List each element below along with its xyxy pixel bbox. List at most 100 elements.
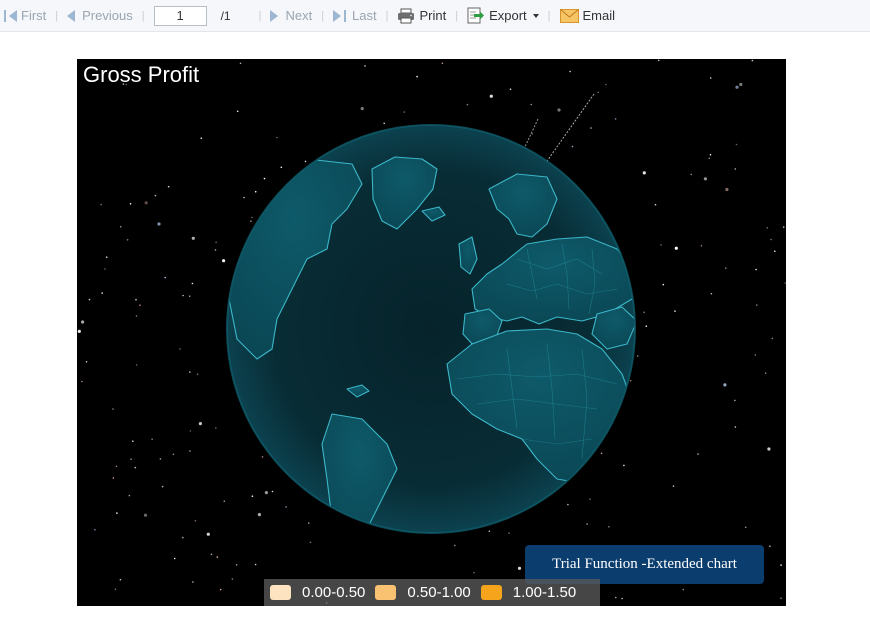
star	[672, 485, 675, 487]
previous-page-button[interactable]: Previous	[67, 8, 133, 23]
print-button[interactable]: Print	[397, 8, 446, 24]
star	[191, 236, 195, 240]
next-arrow-icon	[270, 9, 279, 22]
star	[769, 545, 771, 547]
printer-icon	[398, 8, 415, 23]
star	[100, 203, 102, 206]
star	[154, 194, 157, 197]
star	[216, 556, 219, 558]
star	[734, 426, 737, 428]
star	[215, 427, 217, 429]
star	[164, 276, 166, 279]
star	[309, 541, 312, 544]
next-page-button[interactable]: Next	[270, 8, 312, 23]
star	[682, 588, 684, 591]
star	[751, 59, 754, 62]
star	[81, 320, 85, 324]
first-label: First	[21, 8, 47, 23]
star	[454, 544, 456, 547]
star	[782, 226, 785, 228]
star	[119, 578, 122, 581]
star	[629, 379, 632, 382]
chart-legend: 0.00-0.50 0.50-1.00 1.00-1.50	[264, 579, 600, 606]
star	[709, 154, 712, 156]
star	[144, 201, 148, 205]
star	[194, 519, 197, 522]
star	[206, 532, 210, 536]
star	[271, 490, 274, 493]
export-dropdown[interactable]: Export	[467, 7, 539, 24]
star	[383, 122, 386, 125]
legend-item[interactable]: 0.50-1.00	[375, 584, 471, 601]
first-page-button[interactable]: First	[4, 8, 46, 23]
first-arrow-icon	[9, 9, 17, 22]
star	[764, 372, 767, 375]
star	[697, 453, 699, 455]
meteor-trail	[522, 118, 539, 152]
envelope-icon	[559, 8, 579, 23]
star	[239, 62, 242, 65]
star	[643, 311, 645, 314]
star	[771, 337, 774, 340]
star	[189, 430, 192, 432]
email-button[interactable]: Email	[559, 8, 615, 23]
star	[210, 553, 213, 556]
star	[104, 268, 106, 270]
star	[755, 268, 757, 271]
last-page-button[interactable]: Last	[333, 8, 377, 23]
star	[567, 503, 569, 506]
star	[116, 512, 118, 514]
star	[126, 239, 129, 241]
star	[767, 447, 771, 451]
star	[189, 371, 191, 373]
next-label: Next	[285, 8, 313, 23]
star	[231, 578, 234, 580]
star	[557, 108, 561, 112]
page-number-input[interactable]	[153, 5, 207, 26]
star	[569, 70, 571, 73]
star	[735, 143, 738, 146]
legend-item[interactable]: 1.00-1.50	[480, 584, 577, 601]
globe-canvas	[77, 59, 786, 604]
star	[700, 245, 703, 247]
star	[101, 292, 103, 294]
star	[608, 526, 610, 528]
toolbar-separator: |	[547, 9, 551, 22]
star	[263, 177, 266, 180]
star	[219, 588, 222, 591]
star	[703, 177, 708, 181]
star	[128, 494, 131, 497]
star	[615, 596, 617, 599]
star	[192, 581, 194, 583]
export-icon	[467, 7, 485, 24]
star	[710, 292, 713, 295]
star	[236, 110, 239, 113]
star	[215, 241, 217, 244]
star	[645, 325, 648, 328]
last-arrow-icon	[333, 9, 342, 22]
star	[489, 94, 493, 98]
star	[766, 227, 769, 229]
star	[172, 453, 175, 456]
legend-item[interactable]: 0.00-0.50	[270, 584, 365, 601]
star	[304, 160, 307, 163]
star	[179, 348, 181, 350]
star	[250, 220, 252, 222]
toolbar-separator: |	[385, 9, 389, 22]
meteor-trail	[544, 93, 595, 165]
star	[600, 452, 603, 455]
star	[530, 103, 532, 106]
legend-label: 1.00-1.50	[512, 584, 577, 601]
star	[161, 485, 164, 488]
star	[143, 513, 148, 517]
star	[81, 380, 83, 383]
star	[621, 597, 623, 600]
globe-chart[interactable]: Gross Profit Trial Function -Extended ch…	[77, 59, 786, 606]
star	[132, 440, 134, 443]
star	[173, 557, 176, 560]
star	[182, 536, 184, 539]
star	[723, 383, 727, 387]
print-label: Print	[419, 8, 447, 23]
star	[189, 450, 191, 452]
legend-swatch	[270, 585, 291, 600]
